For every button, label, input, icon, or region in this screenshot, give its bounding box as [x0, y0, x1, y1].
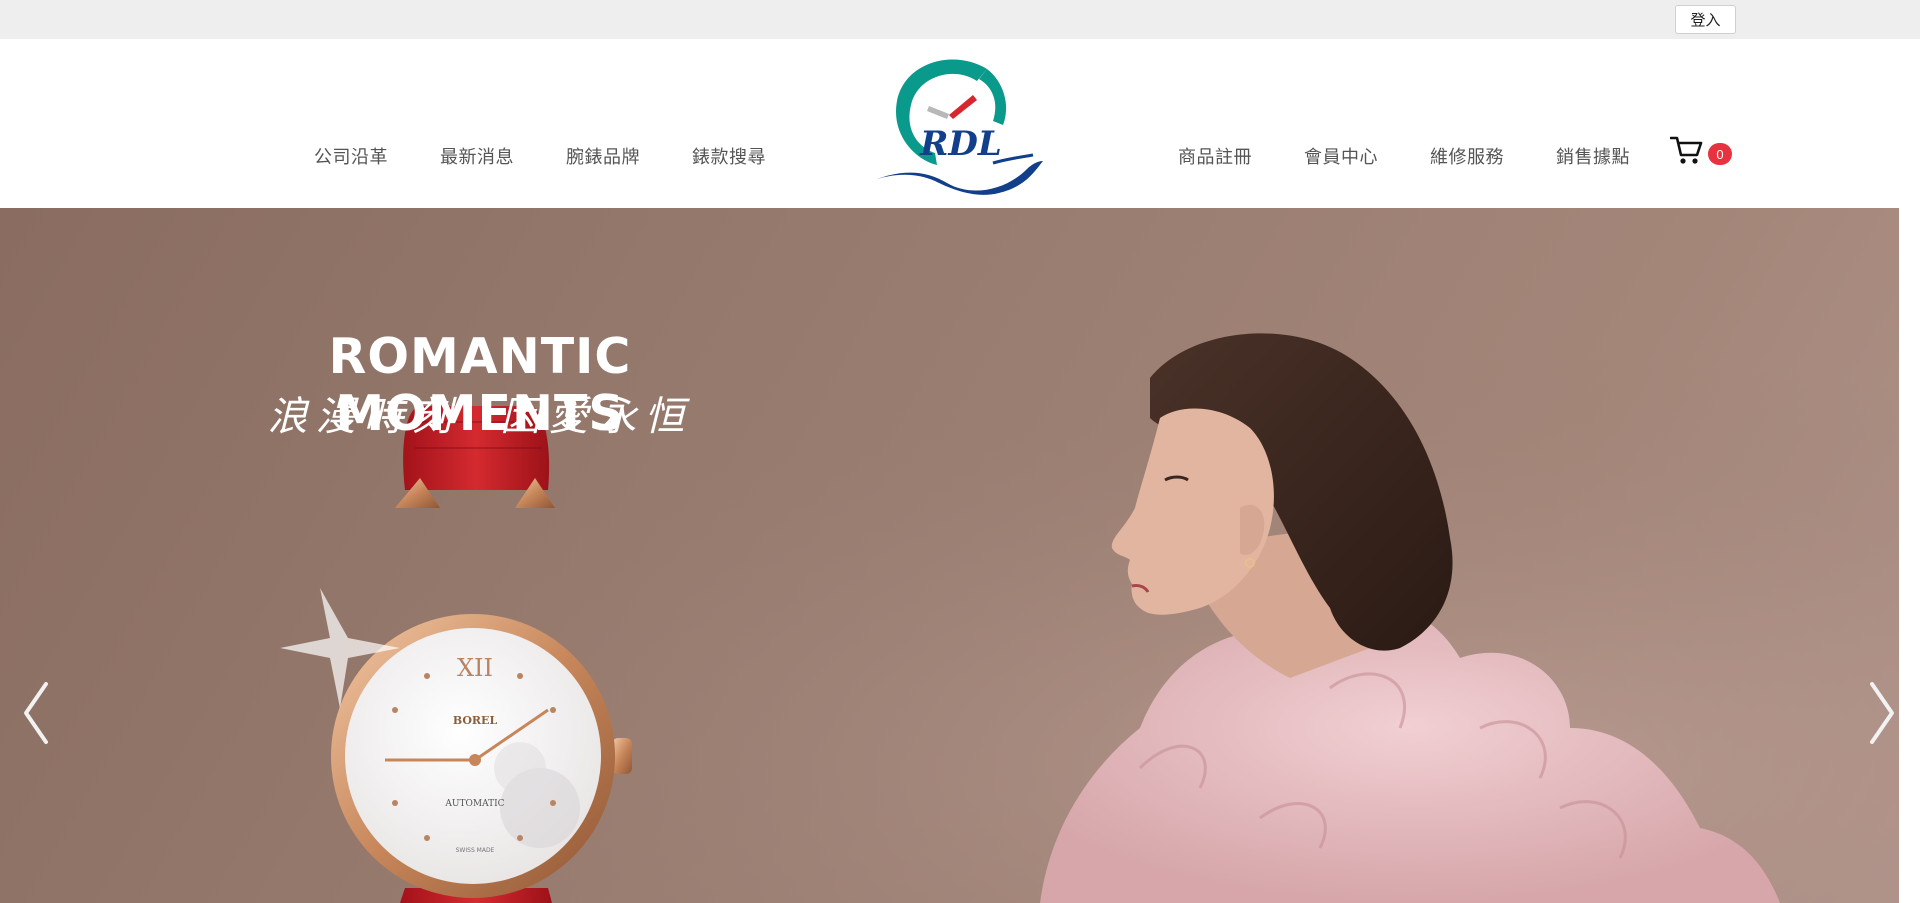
login-button[interactable]: 登入	[1675, 5, 1736, 34]
hero-banner[interactable]: XII BOREL AUTOMATIC SWISS MADE ROMANTIC …	[0, 208, 1899, 903]
shopping-cart-icon[interactable]	[1670, 135, 1704, 165]
nav-link-watch-search[interactable]: 錶款搜尋	[692, 143, 766, 169]
site-logo[interactable]: RDL	[875, 51, 1047, 196]
site-header: 公司沿革 最新消息 腕錶品牌 錶款搜尋 RDL 商品註冊 會員中心 維修服務 銷…	[0, 39, 1920, 208]
nav-link-watch-brands[interactable]: 腕錶品牌	[566, 143, 640, 169]
logo-wave-icon	[877, 161, 1043, 195]
nav-link-company-history[interactable]: 公司沿革	[314, 143, 388, 169]
logo-clock-hand-gray-icon	[927, 106, 949, 119]
logo-text: RDL	[919, 124, 1002, 164]
page-gutter	[1899, 208, 1920, 903]
dial-automatic-text: AUTOMATIC	[444, 799, 504, 809]
nav-link-product-registration[interactable]: 商品註冊	[1178, 143, 1252, 169]
dial-swiss-made-text: SWISS MADE	[456, 847, 495, 854]
nav-link-news[interactable]: 最新消息	[440, 143, 514, 169]
dial-twelve-text: XII	[457, 654, 493, 682]
nav-link-store-locations[interactable]: 銷售據點	[1556, 143, 1630, 169]
cart-count-badge: 0	[1708, 143, 1732, 165]
hero-subheadline: 浪漫時刻 因愛永恒	[267, 394, 693, 440]
chevron-left-icon[interactable]	[18, 678, 58, 748]
nav-link-member-center[interactable]: 會員中心	[1304, 143, 1378, 169]
logo-clock-hand-red-icon	[949, 95, 977, 119]
top-bar: 登入	[0, 0, 1920, 39]
hero-artwork: XII BOREL AUTOMATIC SWISS MADE	[0, 208, 1899, 903]
dial-brand-text: BOREL	[453, 714, 498, 727]
nav-link-repair-service[interactable]: 維修服務	[1430, 143, 1504, 169]
chevron-right-icon[interactable]	[1860, 678, 1899, 748]
